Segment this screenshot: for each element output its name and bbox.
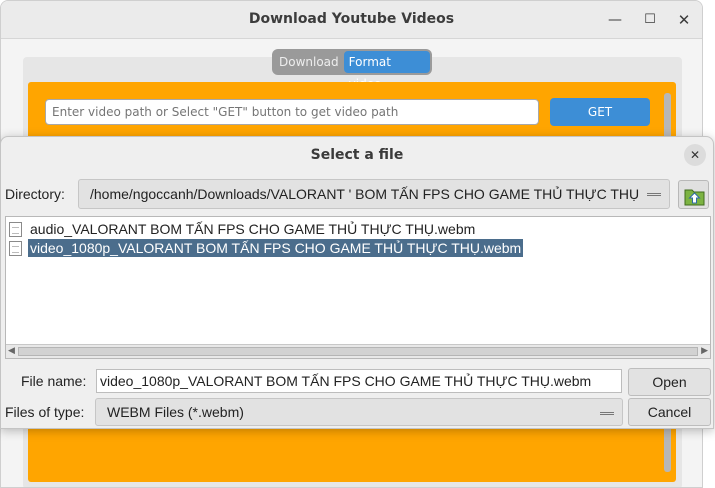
parent-directory-button[interactable] [678, 180, 709, 209]
tab-bar: Download Format video [272, 49, 432, 91]
file-name-input[interactable]: video_1080p_VALORANT BOM TẤN FPS CHO GAM… [96, 369, 622, 393]
get-button[interactable]: GET [550, 98, 650, 126]
file-type-label: Files of type: [5, 404, 85, 420]
file-list[interactable]: audio_VALORANT BOM TẤN FPS CHO GAME THỦ … [5, 216, 711, 359]
cancel-button[interactable]: Cancel [628, 398, 711, 426]
tab-download[interactable]: Download [274, 51, 344, 73]
file-icon [9, 240, 22, 256]
window-title: Download Youtube Videos [248, 11, 455, 27]
directory-label: Directory: [5, 186, 65, 202]
list-item[interactable]: video_1080p_VALORANT BOM TẤN FPS CHO GAM… [9, 239, 524, 257]
dialog-close-icon[interactable]: ✕ [684, 144, 706, 166]
folder-up-icon [684, 189, 705, 206]
open-button[interactable]: Open [628, 368, 711, 396]
dialog-title: Select a file [310, 147, 404, 163]
scrollbar-thumb[interactable] [18, 347, 698, 356]
dropdown-arrow-icon [647, 193, 661, 196]
file-icon [9, 221, 22, 237]
close-icon[interactable]: ✕ [674, 10, 694, 30]
scroll-left-icon[interactable]: ◀ [8, 346, 15, 356]
file-name: audio_VALORANT BOM TẤN FPS CHO GAME THỦ … [30, 221, 476, 237]
title-bar[interactable]: Download Youtube Videos — ☐ ✕ [1, 1, 702, 39]
dropdown-arrow-icon [600, 412, 614, 415]
maximize-icon[interactable]: ☐ [640, 10, 660, 30]
file-type-select[interactable]: WEBM Files (*.webm) [95, 398, 623, 426]
file-name: video_1080p_VALORANT BOM TẤN FPS CHO GAM… [28, 239, 524, 257]
file-type-value: WEBM Files (*.webm) [107, 404, 244, 420]
list-item[interactable]: audio_VALORANT BOM TẤN FPS CHO GAME THỦ … [9, 220, 477, 238]
minimize-icon[interactable]: — [605, 10, 625, 30]
tab-format-video[interactable]: Format video [343, 51, 430, 91]
scroll-right-icon[interactable]: ▶ [701, 346, 708, 356]
horizontal-scrollbar[interactable]: ◀ ▶ [6, 344, 710, 358]
directory-select[interactable]: /home/ngoccanh/Downloads/VALORANT ' BOM … [78, 179, 670, 209]
directory-value: /home/ngoccanh/Downloads/VALORANT ' BOM … [90, 186, 640, 202]
video-path-input[interactable] [45, 99, 539, 125]
file-name-label: File name: [21, 373, 87, 389]
select-file-dialog: Select a file ✕ Directory: /home/ngoccan… [0, 136, 714, 429]
